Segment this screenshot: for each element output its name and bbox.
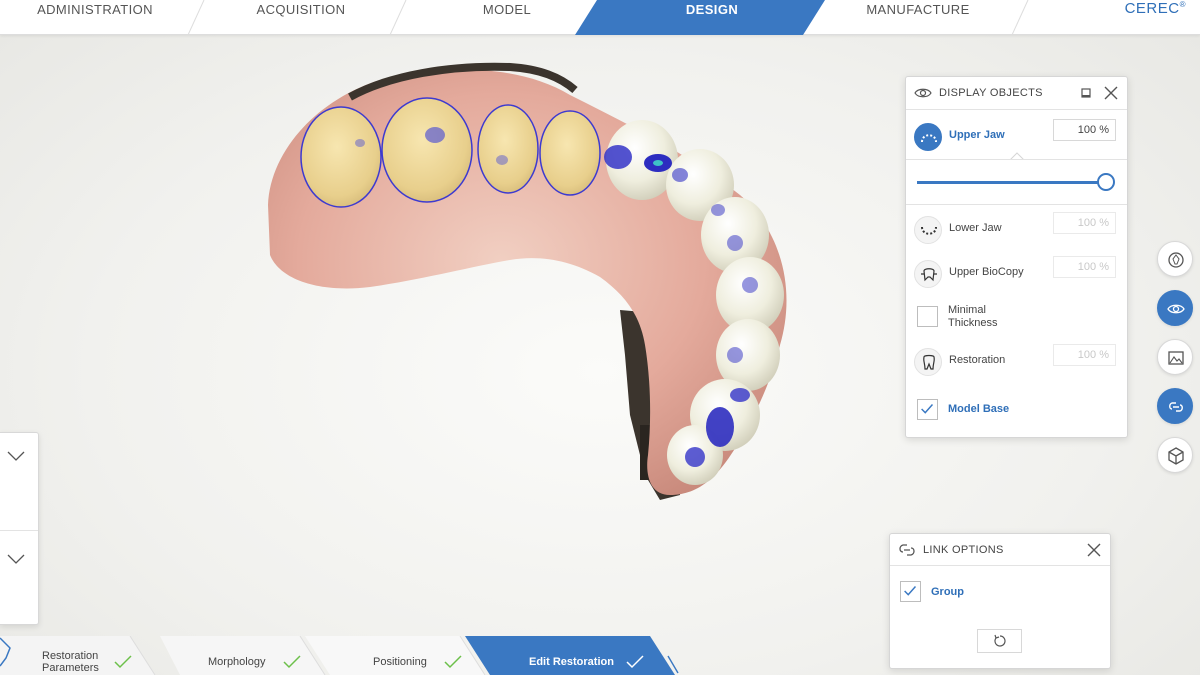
eye-icon bbox=[1167, 304, 1185, 314]
step-edit-restoration[interactable]: Edit Restoration bbox=[527, 636, 657, 675]
tab-label: MODEL bbox=[482, 2, 532, 17]
display-row-lower-jaw[interactable]: Lower Jaw 100 % bbox=[906, 208, 1127, 252]
tab-design[interactable]: DESIGN bbox=[637, 0, 787, 35]
step-morphology[interactable]: Morphology bbox=[205, 636, 315, 675]
reset-icon bbox=[994, 634, 1006, 647]
upper-jaw-3d-model[interactable] bbox=[240, 55, 820, 515]
step-label: Morphology bbox=[208, 656, 266, 668]
chevron-down-icon[interactable] bbox=[7, 553, 25, 565]
check-icon bbox=[283, 655, 301, 669]
group-checkbox[interactable] bbox=[900, 581, 921, 602]
cube-icon bbox=[1168, 447, 1184, 465]
link-options-button[interactable] bbox=[1157, 388, 1193, 424]
row-label: Minimal Thickness bbox=[948, 304, 998, 330]
chevron-down-icon[interactable] bbox=[7, 450, 25, 462]
check-icon bbox=[626, 655, 644, 669]
display-row-model-base[interactable]: Model Base bbox=[906, 389, 1127, 433]
step-positioning[interactable]: Positioning bbox=[370, 636, 480, 675]
display-row-restoration[interactable]: Restoration 100 % bbox=[906, 340, 1127, 384]
image-icon bbox=[1168, 351, 1184, 365]
display-objects-button[interactable] bbox=[1157, 290, 1193, 326]
tab-label: ACQUISITION bbox=[256, 2, 346, 17]
tab-model[interactable]: MODEL bbox=[432, 0, 582, 35]
display-row-upper-biocopy[interactable]: Upper BioCopy 100 % bbox=[906, 252, 1127, 296]
step-label: Edit Restoration bbox=[529, 656, 614, 668]
tab-label: DESIGN bbox=[685, 2, 739, 17]
group-label: Group bbox=[931, 586, 964, 598]
check-icon bbox=[114, 655, 132, 669]
label-line: Parameters bbox=[42, 662, 99, 674]
model-view-button[interactable] bbox=[1157, 437, 1193, 473]
tab-separator bbox=[389, 0, 407, 35]
link-icon bbox=[899, 544, 915, 556]
opacity-slider[interactable] bbox=[906, 159, 1127, 205]
label-line: Restoration bbox=[42, 650, 99, 662]
panel-header: LINK OPTIONS bbox=[890, 534, 1110, 566]
eye-icon bbox=[914, 88, 932, 98]
panel-title: LINK OPTIONS bbox=[923, 544, 1004, 556]
upper-jaw-opacity-input[interactable]: 100 % bbox=[1053, 119, 1116, 141]
tab-administration[interactable]: ADMINISTRATION bbox=[20, 0, 170, 35]
check-icon bbox=[444, 655, 462, 669]
step-label: Restoration Parameters bbox=[42, 650, 99, 674]
row-label: Upper Jaw bbox=[949, 129, 1005, 141]
tab-manufacture[interactable]: MANUFACTURE bbox=[843, 0, 993, 35]
upper-jaw-icon bbox=[914, 123, 942, 151]
restoration-opacity-input[interactable]: 100 % bbox=[1053, 344, 1116, 366]
reset-button[interactable] bbox=[977, 629, 1022, 653]
occlusion-tool-button[interactable] bbox=[1157, 241, 1193, 277]
check-icon bbox=[904, 586, 917, 596]
tab-label: MANUFACTURE bbox=[866, 2, 970, 17]
maximize-icon[interactable] bbox=[1078, 85, 1094, 101]
image-view-button[interactable] bbox=[1157, 339, 1193, 375]
display-objects-panel: DISPLAY OBJECTS Upper Jaw 100 % Lower Ja… bbox=[905, 76, 1128, 438]
display-row-minimal-thickness[interactable]: Minimal Thickness bbox=[906, 296, 1127, 340]
check-icon bbox=[921, 404, 934, 414]
row-label: Upper BioCopy bbox=[949, 266, 1024, 278]
divider bbox=[0, 530, 38, 531]
tab-separator bbox=[1011, 0, 1029, 35]
tab-label: ADMINISTRATION bbox=[37, 2, 153, 17]
label-line: Minimal bbox=[948, 304, 986, 316]
cerec-logo: CEREC® bbox=[1125, 0, 1186, 17]
tooth-icon bbox=[914, 348, 942, 376]
biocopy-icon bbox=[914, 260, 942, 288]
row-label: Model Base bbox=[948, 403, 1010, 415]
top-navigation: ADMINISTRATION ACQUISITION MODEL DESIGN … bbox=[0, 0, 1200, 35]
tab-acquisition[interactable]: ACQUISITION bbox=[226, 0, 376, 35]
design-steps-bar: Restoration Parameters Morphology Positio… bbox=[0, 636, 690, 675]
panel-header: DISPLAY OBJECTS bbox=[906, 77, 1127, 110]
tooth-ring-icon bbox=[1168, 252, 1184, 268]
step-restoration-parameters[interactable]: Restoration Parameters bbox=[40, 636, 150, 675]
row-label: Restoration bbox=[949, 354, 1006, 366]
close-icon[interactable] bbox=[1103, 85, 1119, 101]
brand-mark: ® bbox=[1179, 0, 1186, 9]
label-line: Thickness bbox=[948, 317, 998, 329]
step-label: Positioning bbox=[373, 656, 427, 668]
biocopy-opacity-input[interactable]: 100 % bbox=[1053, 256, 1116, 278]
link-options-panel: LINK OPTIONS Group bbox=[889, 533, 1111, 669]
slider-thumb[interactable] bbox=[1097, 173, 1115, 191]
link-icon bbox=[1169, 402, 1183, 412]
minimal-thickness-checkbox[interactable] bbox=[917, 306, 938, 327]
panel-title: DISPLAY OBJECTS bbox=[939, 87, 1043, 99]
row-label: Lower Jaw bbox=[949, 222, 1002, 234]
model-base-checkbox[interactable] bbox=[917, 399, 938, 420]
tab-separator bbox=[187, 0, 205, 35]
slider-track bbox=[917, 181, 1107, 184]
left-collapsible-panel bbox=[0, 432, 39, 625]
brand-name: CEREC bbox=[1124, 0, 1180, 17]
close-icon[interactable] bbox=[1086, 542, 1102, 558]
lower-jaw-opacity-input[interactable]: 100 % bbox=[1053, 212, 1116, 234]
lower-jaw-icon bbox=[914, 216, 942, 244]
